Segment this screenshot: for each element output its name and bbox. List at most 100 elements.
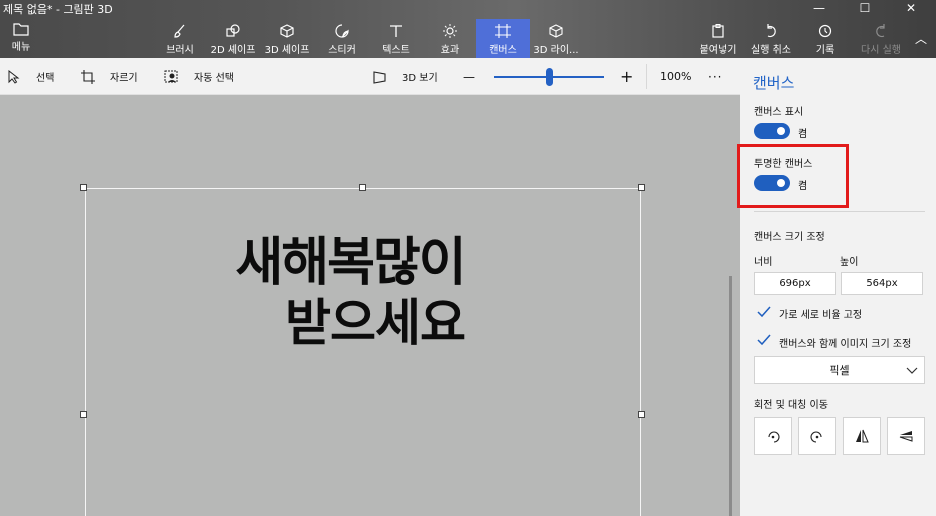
- canvas-toolbar: 선택 자르기 자동 선택 3D 보기 — + 100% ···: [0, 58, 740, 95]
- magic-select-tool[interactable]: 자동 선택: [164, 58, 234, 95]
- panel-title: 캔버스: [753, 74, 795, 92]
- tool-canvas[interactable]: 캔버스: [476, 19, 530, 58]
- tool-label: 효과: [440, 45, 460, 56]
- tool-label: 캔버스: [489, 45, 517, 56]
- greeting-line-1: 새해복많이: [235, 232, 466, 293]
- show-canvas-label: 캔버스 표시: [754, 107, 804, 118]
- brush-icon: [174, 24, 185, 38]
- 3d-shapes-icon: [280, 24, 294, 38]
- resize-image-label: 캔버스와 함께 이미지 크기 조정: [779, 339, 912, 350]
- tool-text[interactable]: 텍스트: [376, 19, 416, 58]
- paste-label: 붙여넣기: [699, 45, 737, 56]
- rotate-left-icon: [768, 431, 780, 443]
- redo-icon: [876, 24, 885, 38]
- stickers-icon: [335, 24, 349, 38]
- lock-ratio-label: 가로 세로 비율 고정: [779, 310, 863, 321]
- flip-horizontal-button[interactable]: [843, 417, 881, 455]
- zoom-percentage[interactable]: 100%: [660, 58, 691, 95]
- tool-2d-shapes[interactable]: 2D 셰이프: [208, 19, 258, 58]
- redo-button[interactable]: 다시 실행: [856, 19, 906, 58]
- history-icon: [818, 24, 832, 38]
- resize-image-checkbox[interactable]: [757, 333, 771, 347]
- crop-label: 자르기: [110, 73, 138, 84]
- resize-heading: 캔버스 크기 조정: [754, 232, 825, 243]
- maximize-button[interactable]: ☐: [842, 0, 888, 16]
- width-input[interactable]: 696px: [754, 272, 836, 295]
- undo-label: 실행 취소: [751, 45, 791, 56]
- panel-divider: [754, 211, 925, 212]
- zoom-out-button[interactable]: —: [463, 58, 475, 95]
- canvas-greeting-text: 새해복많이 받으세요: [235, 232, 466, 352]
- tool-label: 3D 라이...: [533, 45, 579, 56]
- ribbon: 제목 없음* - 그림판 3D — ☐ ✕ 메뉴 브러시 2D 셰이프 3D 셰…: [0, 0, 936, 58]
- crop-tool[interactable]: 자르기: [80, 58, 138, 95]
- rotate-right-button[interactable]: [798, 417, 836, 455]
- rotate-left-button[interactable]: [754, 417, 792, 455]
- paste-icon: [712, 24, 724, 38]
- collapse-ribbon-button[interactable]: ︿: [910, 30, 932, 46]
- tool-brushes[interactable]: 브러시: [160, 19, 200, 58]
- cursor-icon: [8, 69, 20, 84]
- view-3d-label: 3D 보기: [402, 73, 438, 84]
- canvas-icon: [495, 24, 511, 38]
- history-button[interactable]: 기록: [808, 19, 842, 58]
- text-icon: [390, 25, 402, 37]
- resize-handle-left[interactable]: [80, 411, 87, 418]
- redo-label: 다시 실행: [861, 45, 901, 56]
- height-input[interactable]: 564px: [841, 272, 923, 295]
- tool-label: 브러시: [166, 45, 194, 56]
- magic-select-label: 자동 선택: [194, 73, 234, 84]
- greeting-line-2: 받으세요: [285, 293, 466, 352]
- rotate-flip-heading: 회전 및 대칭 이동: [754, 400, 828, 411]
- resize-handle-right[interactable]: [638, 411, 645, 418]
- resize-handle-top-left[interactable]: [80, 184, 87, 191]
- tool-label: 3D 셰이프: [264, 45, 310, 56]
- vertical-scrollbar[interactable]: [729, 276, 732, 516]
- tool-label: 스티커: [328, 45, 356, 56]
- unit-value: 픽셀: [829, 364, 850, 377]
- folder-icon: [13, 23, 29, 36]
- width-label: 너비: [754, 257, 773, 268]
- show-canvas-toggle[interactable]: [754, 123, 790, 139]
- chevron-down-icon: [906, 367, 918, 374]
- highlight-box: [737, 144, 849, 208]
- history-label: 기록: [815, 45, 835, 56]
- view-3d-button[interactable]: 3D 보기: [372, 58, 438, 95]
- paste-button[interactable]: 붙여넣기: [696, 19, 740, 58]
- toolbar-divider: [646, 64, 647, 89]
- effects-icon: [443, 24, 457, 38]
- zoom-in-button[interactable]: +: [620, 58, 633, 95]
- lock-ratio-checkbox[interactable]: [757, 305, 771, 319]
- window-title: 제목 없음* - 그림판 3D: [3, 3, 113, 16]
- tool-label: 2D 셰이프: [210, 45, 256, 56]
- select-tool[interactable]: 선택: [6, 58, 54, 95]
- more-options-button[interactable]: ···: [708, 58, 722, 95]
- rotate-right-icon: [810, 431, 822, 443]
- flip-vertical-icon: [899, 431, 913, 442]
- magic-select-icon: [164, 70, 178, 82]
- tool-label: 텍스트: [382, 45, 410, 56]
- undo-icon: [767, 24, 776, 38]
- unit-dropdown[interactable]: 픽셀: [754, 356, 925, 384]
- 3d-library-icon: [549, 24, 563, 38]
- close-button[interactable]: ✕: [888, 0, 934, 16]
- menu-button[interactable]: 메뉴: [4, 22, 38, 56]
- show-canvas-state: 켬: [798, 129, 808, 140]
- 3d-view-icon: [373, 70, 386, 84]
- minimize-button[interactable]: —: [796, 0, 842, 16]
- height-label: 높이: [840, 257, 859, 268]
- tool-3d-shapes[interactable]: 3D 셰이프: [262, 19, 312, 58]
- tool-stickers[interactable]: 스티커: [322, 19, 362, 58]
- menu-label: 메뉴: [11, 42, 31, 53]
- crop-icon: [81, 69, 95, 84]
- flip-vertical-button[interactable]: [887, 417, 925, 455]
- undo-button[interactable]: 실행 취소: [748, 19, 794, 58]
- tool-effects[interactable]: 효과: [430, 19, 470, 58]
- flip-horizontal-icon: [856, 429, 869, 443]
- tool-3d-library[interactable]: 3D 라이...: [533, 19, 579, 58]
- resize-handle-top[interactable]: [359, 184, 366, 191]
- resize-handle-top-right[interactable]: [638, 184, 645, 191]
- 2d-shapes-icon: [226, 24, 240, 37]
- zoom-slider-thumb[interactable]: [545, 68, 553, 86]
- select-label: 선택: [36, 73, 55, 84]
